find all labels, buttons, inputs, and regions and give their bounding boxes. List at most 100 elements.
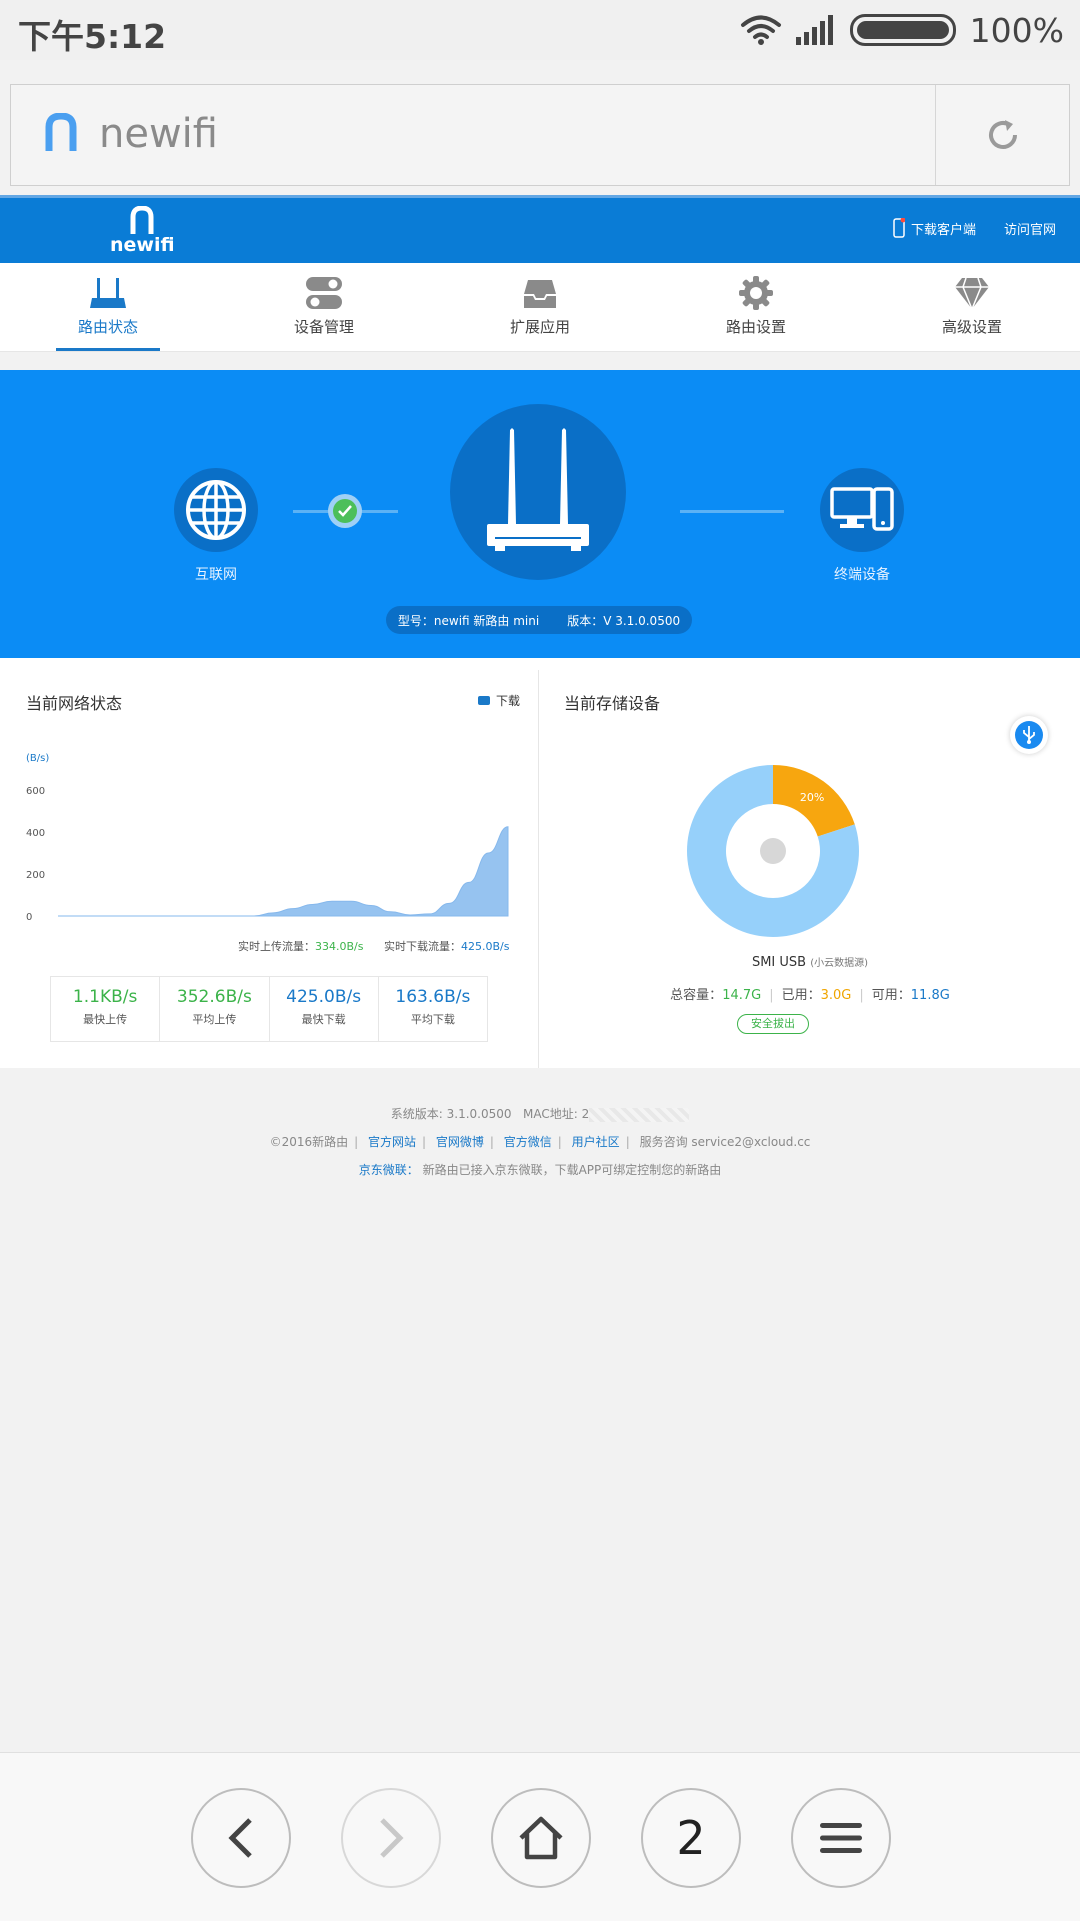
traffic-chart: (B/s) 0 200 400 600 <box>26 753 509 923</box>
total-capacity: 14.7G <box>722 988 762 1003</box>
used-capacity: 3.0G <box>820 988 852 1003</box>
battery-icon <box>849 14 956 46</box>
network-status-title: 当前网络状态 <box>26 694 123 713</box>
brand-text: newifi <box>110 234 175 256</box>
link-community[interactable]: 用户社区 <box>572 1135 620 1149</box>
storage-donut-chart: 20% <box>687 765 859 937</box>
footer-jd: 京东微联： 新路由已接入京东微联，下载APP可绑定控制您的新路由 <box>0 1156 1080 1184</box>
status-panels: 当前网络状态 下载 (B/s) 0 200 400 600 实时上传流量：334.0B… <box>0 658 1080 1068</box>
stat-max-download: 425.0B/s 最快下载 <box>270 977 379 1041</box>
battery-percent: 100% <box>969 10 1064 50</box>
tab-extensions[interactable]: 扩展应用 <box>432 263 648 351</box>
check-icon <box>338 505 352 517</box>
storage-title: 当前存储设备 <box>564 694 661 713</box>
home-button[interactable] <box>491 1788 591 1888</box>
stat-avg-download: 163.6B/s 平均下载 <box>395 987 471 1026</box>
tab-advanced-settings[interactable]: 高级设置 <box>864 263 1080 351</box>
internet-node[interactable]: 互联网 <box>174 468 258 584</box>
usb-button[interactable] <box>1010 716 1048 754</box>
mac-address-redacted <box>589 1107 690 1122</box>
realtime-download-value: 425.0B/s <box>461 940 510 953</box>
storage-capacity: 总容量：14.7G | 已用：3.0G | 可用：11.8G <box>670 988 950 1003</box>
terminal-label: 终端设备 <box>834 567 890 583</box>
wifi-icon <box>740 15 781 45</box>
hamburger-menu-icon <box>820 1823 862 1853</box>
tab-router-status[interactable]: 路由状态 <box>0 263 216 351</box>
browser-bottom-bar: 2 <box>0 1752 1080 1921</box>
usb-icon <box>1023 726 1035 744</box>
link-official-site[interactable]: 官方网站 <box>368 1135 416 1149</box>
inbox-tray-icon <box>524 280 556 308</box>
used-percent-label: 20% <box>800 791 824 804</box>
chevron-right-icon <box>380 1818 404 1858</box>
legend-download: 下载 <box>496 694 521 708</box>
status-bar: 下午5:12 100% <box>0 0 1080 60</box>
terminal-devices-node[interactable]: 终端设备 <box>820 468 904 584</box>
link-wechat[interactable]: 官方微信 <box>504 1135 552 1149</box>
model-version-info: 型号：newifi 新路由 mini 版本：V 3.1.0.0500 <box>386 606 692 634</box>
available-capacity: 11.8G <box>910 988 950 1003</box>
stat-max-upload: 1.1KB/s 最快上传 <box>51 977 161 1041</box>
jd-text: 新路由已接入京东微联，下载APP可绑定控制您的新路由 <box>422 1163 722 1177</box>
newifi-logo-icon <box>130 205 154 234</box>
diamond-icon <box>955 277 989 311</box>
y-tick-label: 600 <box>26 786 45 797</box>
chart-legend: 下载 <box>478 692 520 709</box>
status-time: 下午5:12 <box>18 17 167 56</box>
donut-center-dot <box>760 838 786 864</box>
service-contact: 服务咨询 service2@xcloud.cc <box>639 1135 811 1149</box>
globe-icon <box>186 480 246 540</box>
gear-icon <box>739 276 773 310</box>
connected-status <box>328 494 362 528</box>
forward-button[interactable] <box>341 1788 441 1888</box>
home-icon <box>519 1816 563 1860</box>
phone-icon <box>893 218 905 238</box>
y-tick-label: 200 <box>26 870 45 881</box>
download-client-link[interactable]: 下载客户端 <box>893 218 976 238</box>
realtime-upload: 实时上传流量：334.0B/s <box>238 940 364 953</box>
realtime-download: 实时下载流量：425.0B/s <box>384 940 510 953</box>
address-bar[interactable]: newifi <box>10 84 1070 186</box>
internet-label: 互联网 <box>195 567 237 583</box>
footer-system-info: 系统版本: 3.1.0.0500 MAC地址: 2 <box>0 1100 1080 1128</box>
back-button[interactable] <box>191 1788 291 1888</box>
storage-device-name: SMI USB (小云数据源) <box>751 955 869 970</box>
url-text[interactable]: newifi <box>99 111 218 157</box>
link-weibo[interactable]: 官网微博 <box>436 1135 484 1149</box>
brand-logo[interactable]: newifi <box>110 205 175 256</box>
router-node[interactable] <box>450 404 626 580</box>
realtime-upload-value: 334.0B/s <box>315 940 364 953</box>
reload-icon[interactable] <box>985 117 1021 153</box>
version-text: 版本：V 3.1.0.0500 <box>567 613 681 628</box>
stat-avg-upload: 352.6B/s 平均上传 <box>160 977 270 1041</box>
traffic-stats: 1.1KB/s 最快上传 352.6B/s 平均上传 425.0B/s 最快下载… <box>50 976 488 1042</box>
main-nav: 路由状态 设备管理 扩展应用 路由设置 高级设置 <box>0 263 1080 352</box>
model-text: 型号：newifi 新路由 mini <box>397 613 540 628</box>
menu-button[interactable] <box>791 1788 891 1888</box>
page-footer: 系统版本: 3.1.0.0500 MAC地址: 2 ©2016新路由 | 官方网站… <box>0 1100 1080 1184</box>
devices-icon <box>830 487 894 531</box>
signal-icon <box>795 15 833 45</box>
safe-eject-button[interactable]: 安全拔出 <box>737 1014 809 1034</box>
tab-device-management[interactable]: 设备管理 <box>216 263 432 351</box>
site-logo-icon <box>45 113 77 151</box>
chevron-left-icon <box>228 1818 252 1858</box>
footer-links: ©2016新路由 | 官方网站 | 官网微博 | 官方微信 | 用户社区 | 服务咨询 s… <box>269 1135 811 1149</box>
tabs-button[interactable]: 2 <box>641 1788 741 1888</box>
app-header: newifi 下载客户端 访问官网 <box>0 195 1080 266</box>
storage-device-sub: (小云数据源) <box>810 958 869 969</box>
status-icons: 100% <box>740 10 1064 50</box>
tab-router-settings[interactable]: 路由设置 <box>648 263 864 351</box>
toggle-switch-icon <box>306 277 342 309</box>
y-tick-label: 0 <box>26 912 32 923</box>
tab-count: 2 <box>676 1811 706 1865</box>
y-tick-label: 400 <box>26 828 45 839</box>
router-icon <box>90 278 126 308</box>
visit-official-site-link[interactable]: 访问官网 <box>1004 219 1056 238</box>
y-axis-unit: (B/s) <box>26 753 49 764</box>
network-topology: 互联网 终端设备 型号：newifi 新路由 mini 版本：V 3.1.0.0… <box>0 370 1080 658</box>
download-area <box>58 826 509 917</box>
jd-label[interactable]: 京东微联： <box>359 1163 419 1177</box>
terminal-connection-line <box>680 510 784 513</box>
router-device-icon <box>487 428 589 551</box>
